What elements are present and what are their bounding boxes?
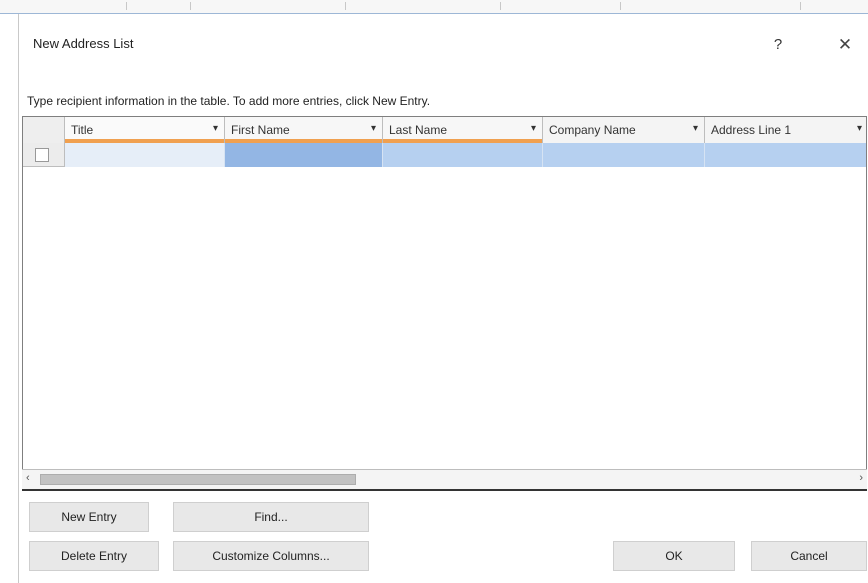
cancel-button[interactable]: Cancel [751,541,867,571]
column-label: Title [71,123,94,137]
title-bar: New Address List ? ✕ [19,14,868,72]
column-header-address-line-1[interactable]: Address Line 1 ▾ [705,117,866,143]
dropdown-arrow-icon[interactable]: ▾ [693,123,698,134]
ruler-tick [500,2,501,10]
table-corner [23,117,65,143]
column-header-first-name[interactable]: First Name ▾ [225,117,383,143]
address-table: Title ▾ First Name ▾ Last Name ▾ Company… [22,116,867,476]
scroll-left-icon[interactable]: ‹ [26,472,30,484]
cell-company-name[interactable] [543,143,705,167]
dropdown-arrow-icon[interactable]: ▾ [371,123,376,134]
cell-first-name[interactable] [225,143,383,167]
ok-button[interactable]: OK [613,541,735,571]
divider [22,489,867,491]
background-ruler [0,0,868,14]
dropdown-arrow-icon[interactable]: ▾ [213,123,218,134]
ruler-tick [620,2,621,10]
column-label: Company Name [549,123,636,137]
cell-address-line-1[interactable] [705,143,866,167]
dropdown-arrow-icon[interactable]: ▾ [857,123,862,134]
instructions-text: Type recipient information in the table.… [27,94,431,108]
find-button[interactable]: Find... [173,502,369,532]
row-selector-box [35,148,49,162]
dialog-title: New Address List [33,36,134,51]
customize-columns-button[interactable]: Customize Columns... [173,541,369,571]
ruler-tick [800,2,801,10]
column-header-last-name[interactable]: Last Name ▾ [383,117,543,143]
cell-last-name[interactable] [383,143,543,167]
new-address-list-dialog: New Address List ? ✕ Type recipient info… [18,14,868,583]
dropdown-arrow-icon[interactable]: ▾ [531,123,536,134]
horizontal-scrollbar[interactable]: ‹ › [22,469,867,489]
scrollbar-thumb[interactable] [40,474,356,485]
new-entry-button[interactable]: New Entry [29,502,149,532]
ruler-tick [190,2,191,10]
column-label: First Name [231,123,290,137]
column-label: Address Line 1 [711,123,792,137]
delete-entry-button[interactable]: Delete Entry [29,541,159,571]
column-header-title[interactable]: Title ▾ [65,117,225,143]
column-label: Last Name [389,123,448,137]
ruler-tick [345,2,346,10]
row-selector[interactable] [23,143,65,167]
ruler-tick [126,2,127,10]
close-icon[interactable]: ✕ [827,30,863,60]
column-header-company-name[interactable]: Company Name ▾ [543,117,705,143]
scroll-right-icon[interactable]: › [859,472,863,484]
table-row [23,143,866,167]
table-header: Title ▾ First Name ▾ Last Name ▾ Company… [23,117,866,143]
cell-title[interactable] [65,143,225,167]
help-icon[interactable]: ? [763,30,793,60]
